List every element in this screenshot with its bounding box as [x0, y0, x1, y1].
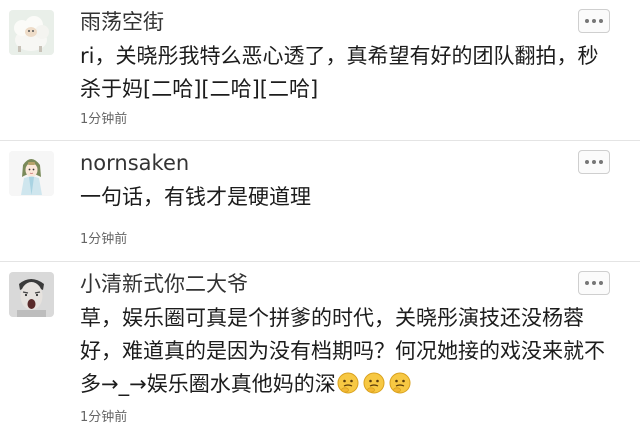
more-dot — [592, 19, 596, 23]
username[interactable]: nornsaken — [80, 150, 189, 176]
more-dot — [599, 281, 603, 285]
user-avatar[interactable] — [9, 272, 54, 317]
more-options-button[interactable] — [578, 271, 610, 295]
more-dot — [599, 160, 603, 164]
comment-timestamp: 1分钟前 — [80, 232, 128, 247]
thinking-emoji-icon — [388, 371, 412, 395]
comment-timestamp: 1分钟前 — [80, 112, 128, 127]
man-shouting-avatar-icon — [9, 272, 54, 317]
user-avatar[interactable] — [9, 10, 54, 55]
more-options-button[interactable] — [578, 9, 610, 33]
more-dots-icon — [585, 281, 589, 285]
thinking-emoji-icon — [362, 371, 386, 395]
sheep-avatar-icon — [9, 10, 54, 55]
comment-text: ri，关晓彤我特么恶心透了，真希望有好的团队翻拍，秒杀于妈[二哈][二哈][二哈… — [80, 44, 599, 101]
more-dot — [592, 281, 596, 285]
comment-timestamp: 1分钟前 — [80, 410, 128, 425]
username[interactable]: 小清新式你二大爷 — [80, 271, 248, 297]
thinking-emoji-icon — [336, 371, 360, 395]
comment-text: 草，娱乐圈可真是个拼爹的时代，关晓彤演技还没杨蓉好，难道真的是因为没有档期吗？何… — [80, 302, 615, 401]
more-options-button[interactable] — [578, 150, 610, 174]
more-dot — [592, 160, 596, 164]
user-avatar[interactable] — [9, 151, 54, 196]
more-dot — [599, 19, 603, 23]
comment-list: 雨荡空街 ri，关晓彤我特么恶心透了，真希望有好的团队翻拍，秒杀于妈[二哈][二… — [0, 0, 640, 442]
username[interactable]: 雨荡空街 — [80, 9, 164, 35]
comment-item: 小清新式你二大爷 草，娱乐圈可真是个拼爹的时代，关晓彤演技还没杨蓉好，难道真的是… — [0, 262, 640, 440]
comment-item: 雨荡空街 ri，关晓彤我特么恶心透了，真希望有好的团队翻拍，秒杀于妈[二哈][二… — [0, 0, 640, 141]
more-dots-icon — [585, 160, 589, 164]
more-dots-icon — [585, 19, 589, 23]
comment-item: nornsaken 一句话，有钱才是硬道理 1分钟前 — [0, 141, 640, 262]
anime-girl-avatar-icon — [9, 151, 54, 196]
comment-text: 一句话，有钱才是硬道理 — [80, 185, 311, 209]
